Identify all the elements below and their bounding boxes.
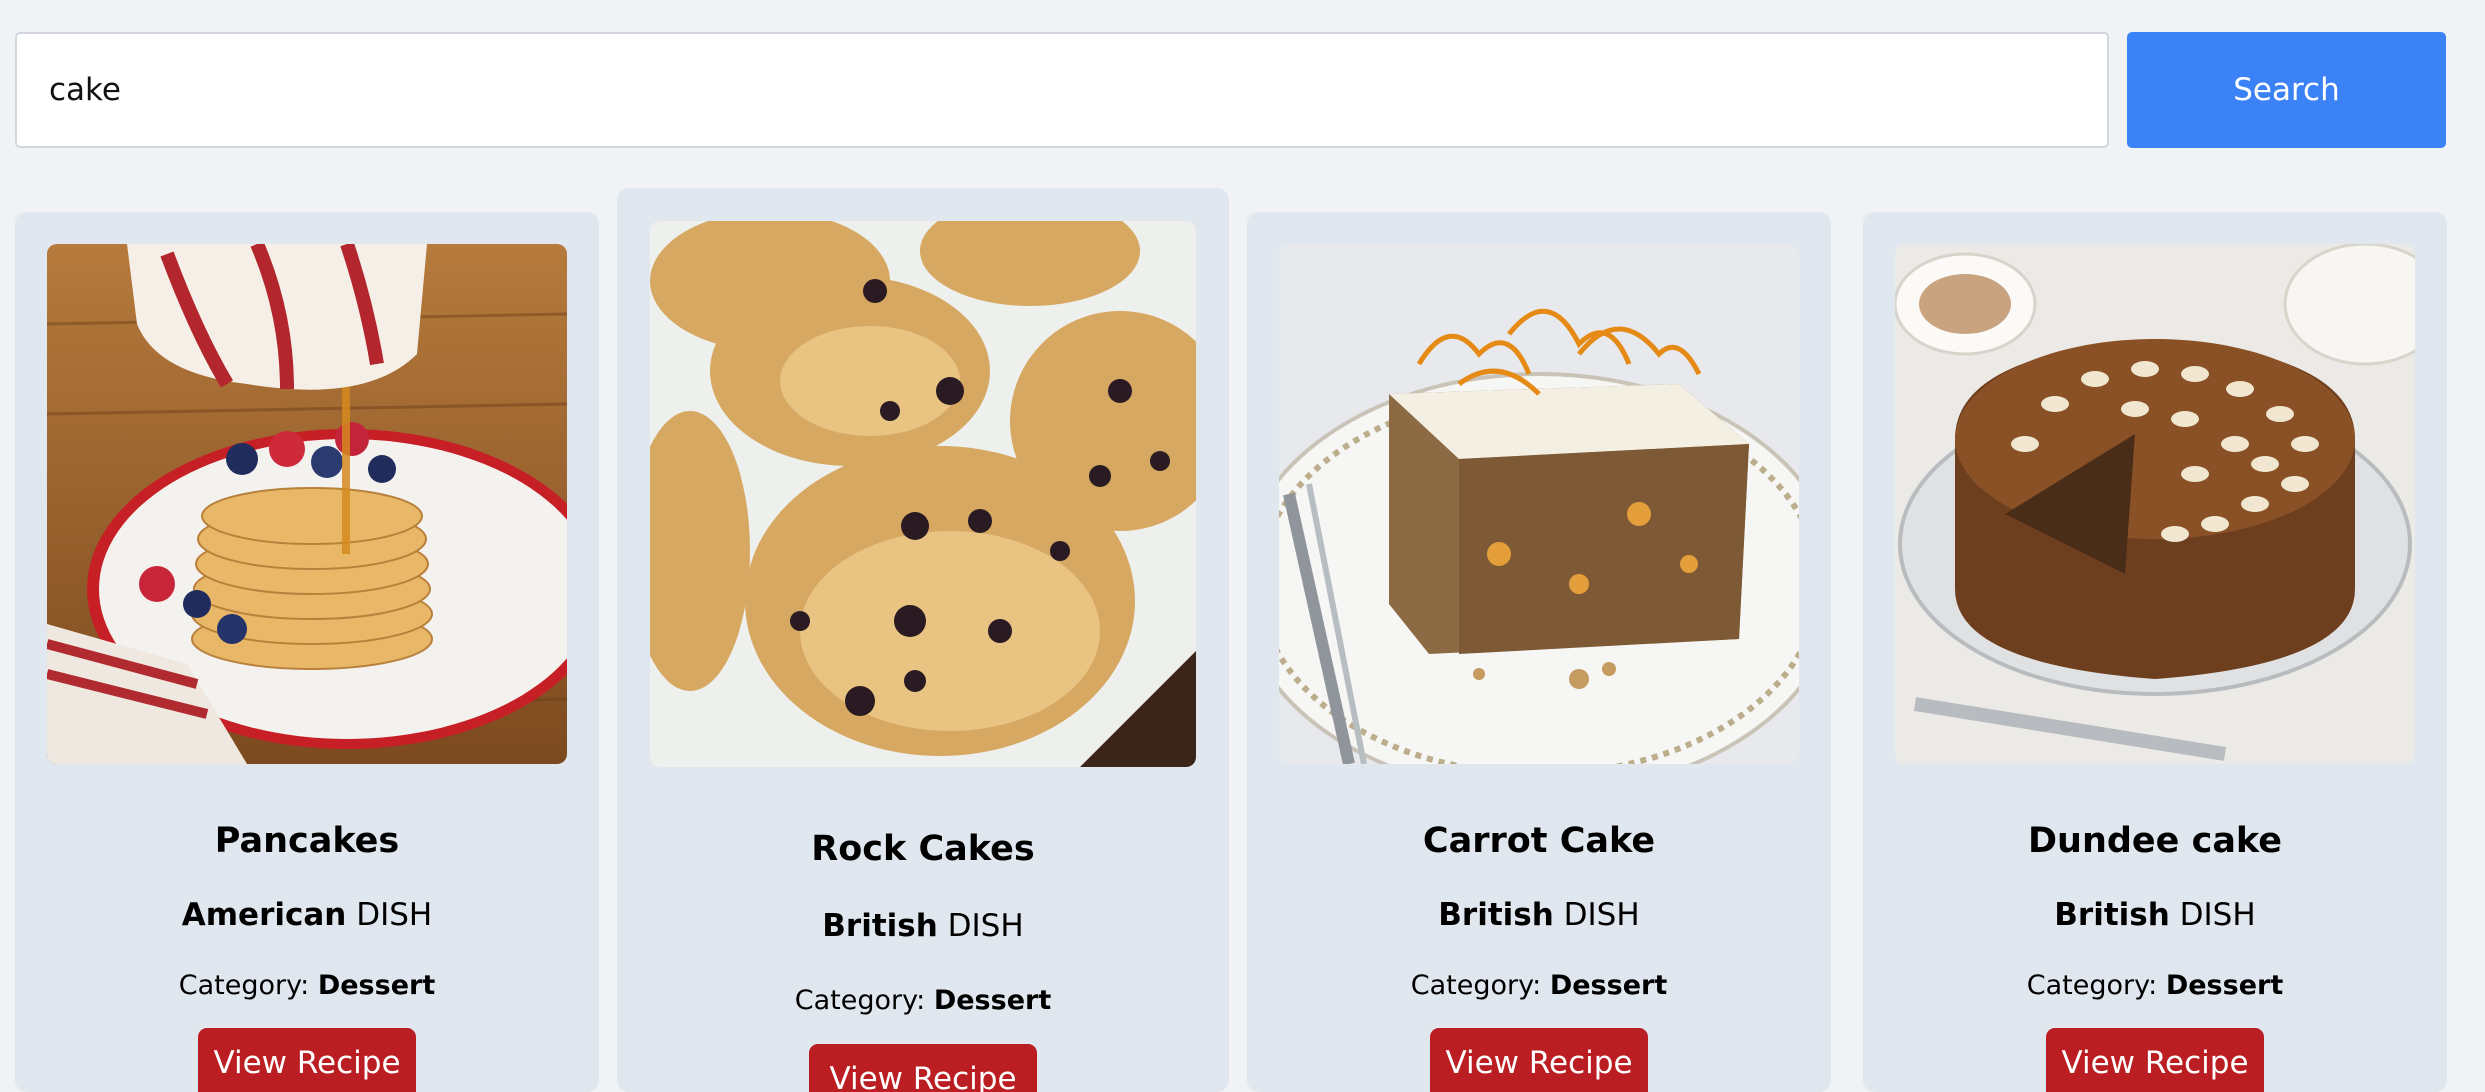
category-value: Dessert xyxy=(1549,970,1668,1001)
dish-label: DISH xyxy=(356,897,433,933)
meal-card: Dundee cake British DISH Category: Desse… xyxy=(1863,212,2447,1092)
category-value: Dessert xyxy=(933,985,1052,1016)
category-label: Category: xyxy=(794,985,926,1016)
view-recipe-button[interactable]: View Recipe xyxy=(2046,1028,2264,1092)
view-recipe-button[interactable]: View Recipe xyxy=(809,1044,1037,1092)
meal-category: Category: Dessert xyxy=(15,972,599,999)
dish-label: DISH xyxy=(1563,897,1640,933)
meal-area-name: British xyxy=(2054,897,2170,933)
category-label: Category: xyxy=(2026,970,2158,1001)
meal-category: Category: Dessert xyxy=(1247,972,1831,999)
search-input[interactable] xyxy=(15,32,2109,148)
category-value: Dessert xyxy=(2165,970,2284,1001)
meal-image-carrot-cake xyxy=(1279,244,1799,764)
category-value: Dessert xyxy=(317,970,436,1001)
view-recipe-button[interactable]: View Recipe xyxy=(198,1028,416,1092)
meal-image-dundee-cake xyxy=(1895,244,2415,764)
meal-image-rock-cakes xyxy=(650,221,1196,767)
category-label: Category: xyxy=(178,970,310,1001)
meal-title: Pancakes xyxy=(214,821,400,861)
meal-area-name: British xyxy=(1438,897,1554,933)
meal-card: Carrot Cake British DISH Category: Desse… xyxy=(1247,212,1831,1092)
search-button[interactable]: Search xyxy=(2127,32,2446,148)
meal-area: British DISH xyxy=(1247,900,1831,931)
meal-area: British DISH xyxy=(617,911,1229,942)
meal-category: Category: Dessert xyxy=(617,987,1229,1014)
meal-title: Rock Cakes xyxy=(811,829,1035,869)
search-bar: Search xyxy=(15,32,2446,148)
dish-label: DISH xyxy=(2179,897,2256,933)
meal-category: Category: Dessert xyxy=(1863,972,2447,999)
meal-area-name: British xyxy=(822,908,938,944)
meal-image-pancakes xyxy=(47,244,567,764)
dish-label: DISH xyxy=(947,908,1024,944)
meal-card: Rock Cakes British DISH Category: Desser… xyxy=(617,188,1229,1092)
view-recipe-button[interactable]: View Recipe xyxy=(1430,1028,1648,1092)
category-label: Category: xyxy=(1410,970,1542,1001)
meal-card: Pancakes American DISH Category: Dessert… xyxy=(15,212,599,1092)
meal-title: Carrot Cake xyxy=(1422,821,1656,861)
meal-area-name: American xyxy=(181,897,347,933)
meal-area: British DISH xyxy=(1863,900,2447,931)
meal-area: American DISH xyxy=(15,900,599,931)
meal-title: Dundee cake xyxy=(2027,821,2283,861)
